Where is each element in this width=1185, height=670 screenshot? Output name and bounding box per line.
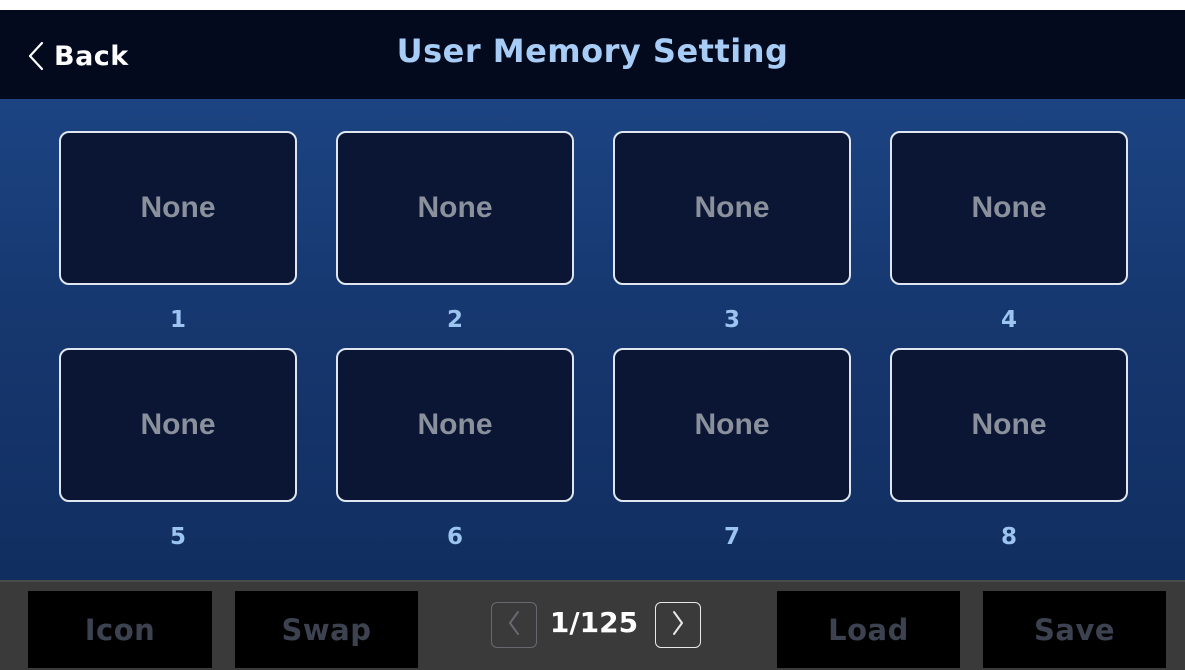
memory-grid: None 1 None 2 None 3 None 4 None 5 None … bbox=[0, 99, 1185, 580]
slot-label: None bbox=[694, 408, 770, 441]
slot-label: None bbox=[971, 191, 1047, 224]
slot-number: 1 bbox=[169, 307, 186, 333]
memory-slot-8[interactable]: None bbox=[890, 348, 1128, 502]
bottom-toolbar: Icon Swap 1/125 Load Save bbox=[0, 580, 1185, 670]
slot-number: 8 bbox=[1000, 524, 1017, 550]
icon-button[interactable]: Icon bbox=[28, 591, 212, 668]
slot-label: None bbox=[694, 191, 770, 224]
save-button-label: Save bbox=[1033, 612, 1116, 647]
save-button[interactable]: Save bbox=[983, 591, 1166, 668]
slot-number: 3 bbox=[723, 307, 740, 333]
slot-number: 4 bbox=[1000, 307, 1017, 333]
swap-button-label: Swap bbox=[281, 612, 372, 647]
slot-label: None bbox=[140, 408, 216, 441]
slot-number: 5 bbox=[169, 524, 186, 550]
icon-button-label: Icon bbox=[84, 612, 156, 647]
swap-button[interactable]: Swap bbox=[235, 591, 418, 668]
slot-label: None bbox=[417, 191, 493, 224]
next-page-button[interactable] bbox=[655, 602, 701, 648]
page-indicator: 1/125 bbox=[549, 606, 639, 639]
memory-slot-4[interactable]: None bbox=[890, 131, 1128, 285]
slot-number: 6 bbox=[446, 524, 463, 550]
memory-slot-5[interactable]: None bbox=[59, 348, 297, 502]
load-button-label: Load bbox=[828, 612, 909, 647]
slot-number: 7 bbox=[723, 524, 740, 550]
memory-slot-6[interactable]: None bbox=[336, 348, 574, 502]
page-title: User Memory Setting bbox=[396, 32, 789, 70]
prev-page-button[interactable] bbox=[491, 602, 537, 648]
slot-number: 2 bbox=[446, 307, 463, 333]
header-bar: Back User Memory Setting bbox=[0, 10, 1185, 99]
chevron-left-icon bbox=[507, 610, 521, 640]
slot-label: None bbox=[417, 408, 493, 441]
user-memory-screen: Back User Memory Setting None 1 None 2 N… bbox=[0, 10, 1185, 670]
memory-slot-1[interactable]: None bbox=[59, 131, 297, 285]
slot-label: None bbox=[971, 408, 1047, 441]
memory-slot-2[interactable]: None bbox=[336, 131, 574, 285]
memory-slot-7[interactable]: None bbox=[613, 348, 851, 502]
chevron-right-icon bbox=[671, 610, 685, 640]
load-button[interactable]: Load bbox=[777, 591, 960, 668]
memory-slot-3[interactable]: None bbox=[613, 131, 851, 285]
slot-label: None bbox=[140, 191, 216, 224]
